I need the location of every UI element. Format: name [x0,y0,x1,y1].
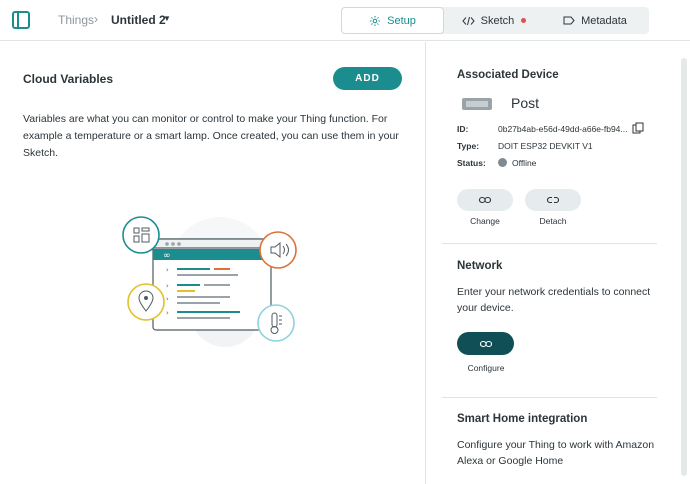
section-divider [442,397,657,398]
smart-home-title: Smart Home integration [457,413,588,425]
svg-text:∞: ∞ [163,251,171,261]
svg-text:›: › [166,266,169,274]
device-status-label: Status: [457,158,486,168]
chevron-down-icon[interactable]: ▼ [163,14,171,23]
tab-sketch-label: Sketch [480,14,515,27]
svg-text:›: › [166,309,169,317]
network-title: Network [457,260,503,272]
breadcrumb-things[interactable]: Things [58,13,94,27]
svg-text:›: › [166,282,169,290]
add-variable-button[interactable]: ADD [333,67,402,90]
device-type-value: DOIT ESP32 DEVKIT V1 [498,141,593,151]
right-panel-scrollbar[interactable] [681,58,687,476]
configure-label: Configure [467,363,505,373]
tag-icon [563,16,575,25]
tab-sketch[interactable]: Sketch [448,7,540,34]
thing-settings-panel: Associated Device Post ID: 0b27b4ab-e56d… [426,42,690,484]
device-status-value: Offline [512,158,537,168]
tab-metadata-label: Metadata [581,14,627,27]
breadcrumb-separator: › [94,12,98,26]
tab-setup-label: Setup [387,14,416,27]
thing-name[interactable]: Untitled 2 [111,13,166,27]
variables-illustration: ∞ › › › › [122,216,297,347]
link-icon [479,196,491,204]
unlink-icon [547,196,559,204]
tab-setup[interactable]: Setup [341,7,444,34]
status-offline-icon [498,158,507,167]
change-device-button[interactable] [457,189,513,211]
detach-label: Detach [539,216,567,226]
tab-bar: Setup Sketch Metadata [341,7,649,34]
tab-metadata[interactable]: Metadata [541,7,649,34]
device-id-value: 0b27b4ab-e56d-49dd-a66e-fb94... [498,124,628,134]
associated-device-title: Associated Device [457,69,559,81]
gear-icon [370,15,381,26]
cloud-variables-title: Cloud Variables [23,72,114,86]
detach-device-button[interactable] [525,189,581,211]
device-id-label: ID: [457,124,469,134]
section-divider [442,243,657,244]
code-icon [462,16,475,25]
change-label: Change [470,216,500,226]
top-bar: Things › Untitled 2 ▼ Setup Sketch Metad… [0,0,690,41]
network-description: Enter your network credentials to connec… [457,286,651,314]
cloud-variables-description: Variables are what you can monitor or co… [23,113,399,159]
svg-text:›: › [166,295,169,303]
cloud-variables-panel: Cloud Variables ADD Variables are what y… [0,42,425,484]
device-type-label: Type: [457,141,480,151]
link-icon [479,340,492,347]
sidebar-toggle-icon[interactable] [12,11,30,29]
copy-icon[interactable] [632,122,644,134]
unsaved-badge [521,18,527,23]
configure-network-button[interactable] [457,332,514,355]
device-board-icon [462,98,492,110]
device-name: Post [511,95,540,111]
smart-home-description: Configure your Thing to work with Amazon… [457,439,655,467]
